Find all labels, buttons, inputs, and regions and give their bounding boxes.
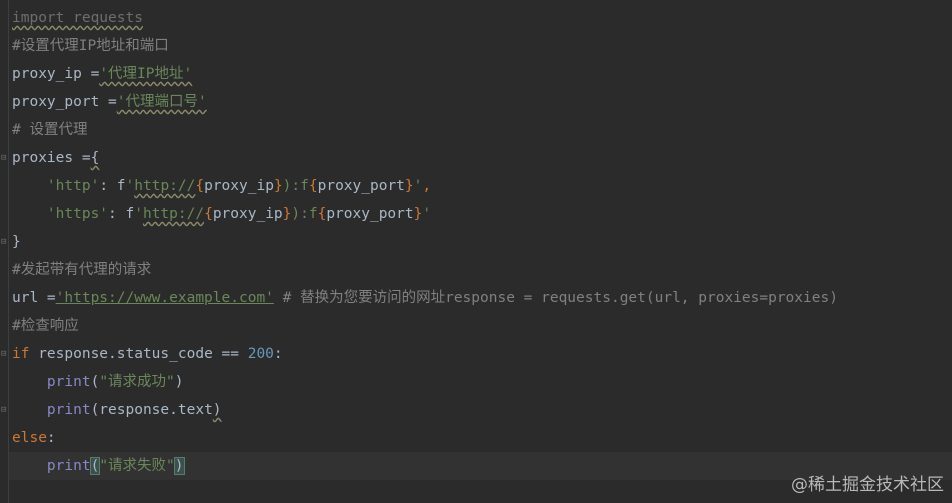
fstring-brace: {	[204, 206, 213, 222]
code-line-5[interactable]: # 设置代理	[12, 116, 87, 144]
punctuation: : f	[108, 206, 135, 222]
paren-highlight: (	[89, 457, 101, 475]
comment: #设置代理IP地址和端口	[12, 38, 169, 54]
keyword-if: if	[12, 346, 30, 362]
variable: url =	[12, 290, 56, 306]
string-literal: ):f	[282, 178, 309, 194]
code-line-16[interactable]: else:	[12, 424, 56, 452]
code-line-15[interactable]: print(response.text)	[12, 396, 222, 424]
variable: proxy_ip =	[12, 66, 100, 82]
variable: proxy_port	[326, 206, 414, 222]
fstring-brace: }	[273, 178, 283, 194]
watermark: @稀土掘金技术社区	[791, 475, 944, 495]
comment: # 替换为您要访问的网址response = requests.get(url,…	[273, 290, 838, 306]
fold-close-icon[interactable]: ⊟	[1, 238, 8, 247]
brace: }	[12, 234, 21, 250]
fstring-brace: }	[404, 178, 414, 194]
import-statement: import requests	[12, 10, 143, 26]
punctuation: : f	[99, 178, 126, 194]
url-text: http://	[142, 206, 205, 222]
variable: proxy_ip	[212, 206, 283, 222]
code-line-14[interactable]: print("请求成功")	[12, 368, 184, 396]
comma: ,	[422, 178, 432, 194]
code-line-4[interactable]: proxy_port ='代理端口号'	[12, 88, 207, 116]
comment: #发起带有代理的请求	[12, 262, 152, 278]
code-line-7[interactable]: 'http': f'http://{proxy_ip}):f{proxy_por…	[12, 172, 431, 200]
print-builtin: print	[46, 374, 91, 390]
string-literal: 'https'	[46, 206, 109, 222]
string-literal: '	[134, 206, 143, 222]
code-line-6[interactable]: proxies ={	[12, 144, 99, 172]
comment: # 设置代理	[12, 122, 88, 138]
string-literal: "请求成功"	[99, 374, 175, 390]
string-literal: '代理IP地址'	[99, 66, 193, 82]
fold-open-icon[interactable]: ⊟	[1, 350, 8, 359]
text-cursor	[183, 457, 186, 475]
fstring-brace: {	[308, 178, 318, 194]
string-literal: "请求失败"	[99, 458, 175, 474]
string-literal: 'http'	[46, 178, 100, 194]
code-line-12[interactable]: #检查响应	[12, 312, 79, 340]
print-builtin: print	[46, 458, 91, 474]
variable: proxies =	[12, 150, 91, 166]
variable: proxy_ip	[204, 178, 274, 194]
code-line-8[interactable]: 'https': f'http://{proxy_ip}):f{proxy_po…	[12, 200, 431, 228]
fstring-brace: {	[195, 178, 205, 194]
code-line-11[interactable]: url ='https://www.example.com' # 替换为您要访问…	[12, 284, 838, 312]
code-line-1[interactable]: import requests	[12, 4, 143, 32]
string-literal: '	[422, 206, 432, 222]
url-text: http://	[134, 178, 196, 194]
comment: #检查响应	[12, 318, 79, 334]
editor-gutter[interactable]: ⊟ ⊟ ⊟ ⊟	[0, 0, 9, 503]
variable: proxy_port =	[12, 94, 117, 110]
brace: {	[90, 150, 100, 166]
keyword-else: else	[12, 430, 47, 446]
paren-highlight: )	[173, 457, 185, 475]
print-builtin: print	[46, 402, 91, 418]
fold-close-icon[interactable]: ⊟	[1, 406, 8, 415]
expression: (response.text	[90, 402, 213, 418]
url-string[interactable]: 'https://www.example.com'	[56, 290, 274, 306]
expression: response.status_code ==	[29, 346, 248, 362]
code-line-17[interactable]: print("请求失败")	[12, 452, 186, 480]
paren: )	[174, 374, 184, 390]
paren: (	[90, 374, 100, 390]
string-literal: ):f	[291, 206, 318, 222]
code-line-2[interactable]: #设置代理IP地址和端口	[12, 32, 169, 60]
code-line-9[interactable]: }	[12, 228, 21, 256]
code-line-3[interactable]: proxy_ip ='代理IP地址'	[12, 60, 192, 88]
colon: :	[46, 430, 56, 446]
variable: proxy_port	[317, 178, 405, 194]
string-literal: '代理端口号'	[116, 94, 207, 110]
code-line-13[interactable]: if response.status_code == 200:	[12, 340, 283, 368]
code-line-10[interactable]: #发起带有代理的请求	[12, 256, 151, 284]
code-editor[interactable]: ⊟ ⊟ ⊟ ⊟ import requests #设置代理IP地址和端口 pro…	[0, 0, 952, 503]
fold-open-icon[interactable]: ⊟	[1, 154, 8, 163]
number-literal: 200	[247, 346, 274, 362]
string-literal: '	[125, 178, 135, 194]
colon: :	[273, 346, 283, 362]
paren: )	[212, 402, 222, 418]
